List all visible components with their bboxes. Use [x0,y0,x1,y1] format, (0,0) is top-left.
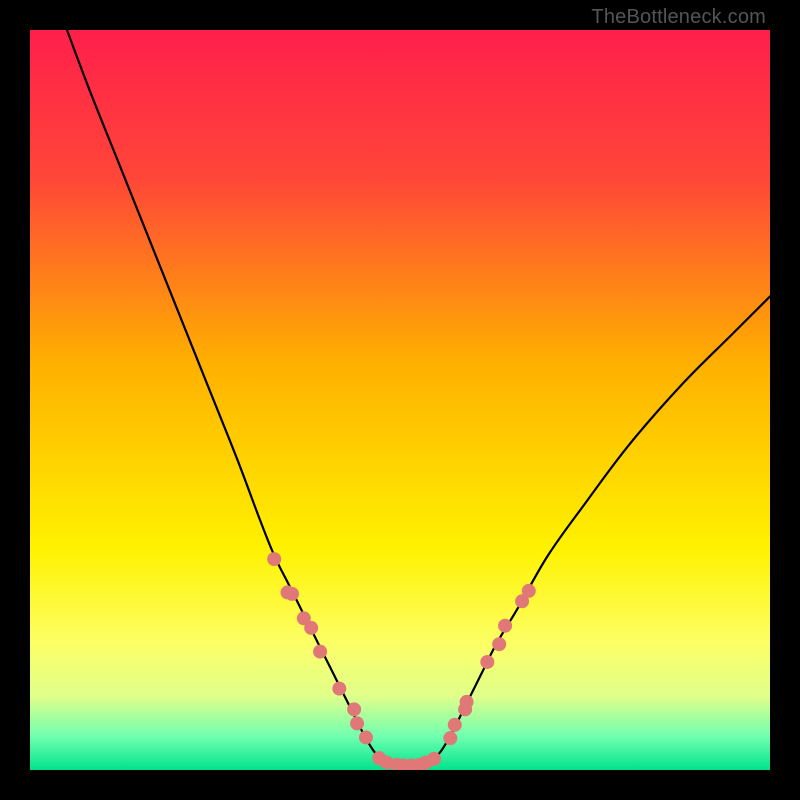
marker-point [285,587,299,601]
marker-point [347,702,361,716]
marker-point [359,730,373,744]
marker-point [522,584,536,598]
marker-point [427,752,441,766]
chart-frame [30,30,770,770]
marker-point [480,655,494,669]
marker-point [492,637,506,651]
chart-background-gradient [30,30,770,770]
marker-point [350,716,364,730]
bottleneck-chart [30,30,770,770]
watermark-text: TheBottleneck.com [591,6,766,29]
marker-point [460,695,474,709]
marker-point [448,718,462,732]
marker-point [332,682,346,696]
marker-point [498,619,512,633]
marker-point [443,731,457,745]
marker-point [304,621,318,635]
marker-point [313,645,327,659]
marker-point [267,552,281,566]
